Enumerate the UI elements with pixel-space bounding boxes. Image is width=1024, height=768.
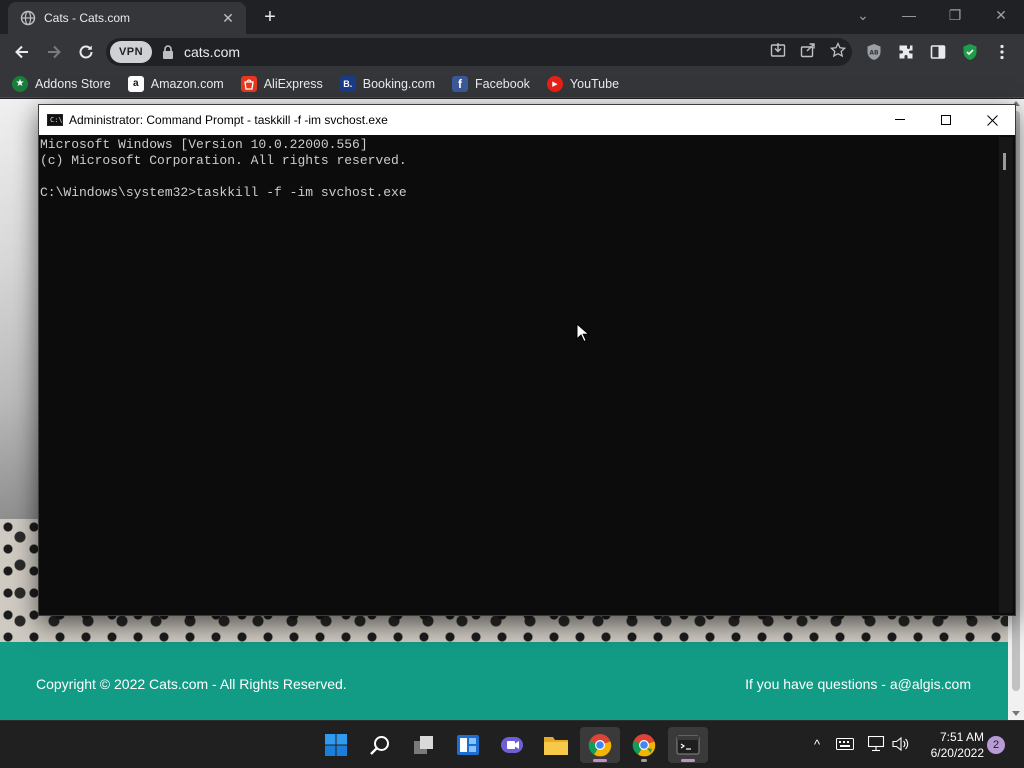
task-view-icon[interactable] <box>404 727 444 763</box>
clock-time: 7:51 AM <box>939 730 984 744</box>
minimize-button[interactable]: — <box>886 0 932 30</box>
notification-badge[interactable]: 2 <box>987 736 1005 754</box>
bookmarks-bar: ★ Addons Store a Amazon.com AliExpress B… <box>0 70 1024 98</box>
bookmark-label: Addons Store <box>35 76 111 91</box>
address-bar[interactable]: VPN cats.com <box>106 38 852 66</box>
forward-icon[interactable] <box>40 38 68 66</box>
bookmark-booking[interactable]: B. Booking.com <box>339 75 436 92</box>
restore-button[interactable]: ❐ <box>932 0 978 30</box>
bookmark-label: AliExpress <box>263 76 323 91</box>
show-hidden-icons-icon[interactable]: ^ <box>806 733 828 755</box>
amazon-icon: a <box>127 75 144 92</box>
cmd-maximize-button[interactable] <box>923 105 969 135</box>
url-text[interactable]: cats.com <box>184 44 240 60</box>
svg-text:AB: AB <box>869 50 879 57</box>
footer-contact-link[interactable]: If you have questions - a@algis.com <box>745 676 971 692</box>
widgets-icon[interactable] <box>448 727 488 763</box>
back-icon[interactable] <box>8 38 36 66</box>
tab-search-icon[interactable]: ⌄ <box>840 0 886 30</box>
vpn-shield-extension-icon[interactable] <box>956 38 984 66</box>
running-indicator <box>641 759 647 762</box>
bookmark-addons-store[interactable]: ★ Addons Store <box>12 75 111 92</box>
teams-chat-icon[interactable] <box>492 727 532 763</box>
cmd-line: Microsoft Windows [Version 10.0.22000.55… <box>40 137 368 152</box>
tab-close-icon[interactable]: ✕ <box>220 10 236 27</box>
bookmark-label: Booking.com <box>362 76 436 91</box>
adblock-extension-icon[interactable]: AB <box>860 38 888 66</box>
bookmark-label: YouTube <box>569 76 620 91</box>
share-icon[interactable] <box>800 42 816 63</box>
addons-store-icon: ★ <box>12 75 28 92</box>
vpn-badge[interactable]: VPN <box>110 41 152 63</box>
tab-title: Cats - Cats.com <box>44 11 131 25</box>
mouse-pointer-icon <box>576 322 591 343</box>
windows-taskbar: ^ 7:51 AM 6/20/2022 2 <box>0 720 1024 768</box>
cmd-line <box>40 169 1015 185</box>
globe-icon <box>20 10 36 26</box>
bookmark-facebook[interactable]: f Facebook <box>452 75 530 92</box>
side-panel-icon[interactable] <box>924 38 952 66</box>
bookmark-youtube[interactable]: ▶ YouTube <box>546 75 620 92</box>
cmd-prompt-line: C:\Windows\system32>taskkill -f -im svch… <box>40 185 407 200</box>
running-indicator <box>681 759 695 762</box>
site-footer: Copyright © 2022 Cats.com - All Rights R… <box>0 642 1008 720</box>
reload-icon[interactable] <box>72 38 100 66</box>
close-window-button[interactable]: ✕ <box>978 0 1024 30</box>
bookmark-star-icon[interactable] <box>829 41 847 63</box>
bookmark-label: Amazon.com <box>150 76 224 91</box>
cmd-window-title: Administrator: Command Prompt - taskkill… <box>69 113 388 127</box>
cmd-minimize-button[interactable] <box>877 105 923 135</box>
cmd-line: (c) Microsoft Corporation. All rights re… <box>40 153 407 168</box>
system-clock[interactable]: 7:51 AM 6/20/2022 <box>918 729 984 761</box>
bookmark-label: Facebook <box>475 76 530 91</box>
bookmark-amazon[interactable]: a Amazon.com <box>127 75 224 92</box>
install-app-icon[interactable] <box>770 42 786 63</box>
cmd-title-bar[interactable]: C:\ Administrator: Command Prompt - task… <box>39 105 1015 135</box>
tab-strip: Cats - Cats.com ✕ + ⌄ — ❐ ✕ <box>0 0 1024 34</box>
chrome-taskbar-icon[interactable] <box>580 727 620 763</box>
volume-icon[interactable] <box>890 733 912 755</box>
cmd-scroll-thumb[interactable] <box>1003 153 1006 170</box>
bookmark-aliexpress[interactable]: AliExpress <box>240 75 323 92</box>
keyboard-icon[interactable] <box>834 733 856 755</box>
extensions-icon[interactable] <box>892 38 920 66</box>
browser-toolbar: VPN cats.com AB <box>0 34 1024 70</box>
facebook-icon: f <box>452 75 469 92</box>
search-icon[interactable] <box>360 727 400 763</box>
cmd-app-icon: C:\ <box>47 114 63 126</box>
cmd-close-button[interactable] <box>969 105 1015 135</box>
cmd-console-output[interactable]: Microsoft Windows [Version 10.0.22000.55… <box>39 135 1015 616</box>
running-indicator <box>593 759 607 762</box>
new-tab-button[interactable]: + <box>258 6 282 30</box>
browser-tab[interactable]: Cats - Cats.com ✕ <box>8 2 246 34</box>
start-button[interactable] <box>316 727 356 763</box>
file-explorer-icon[interactable] <box>536 727 576 763</box>
clock-date: 6/20/2022 <box>930 746 984 760</box>
aliexpress-icon <box>240 75 257 92</box>
cmd-scrollbar[interactable] <box>999 137 1013 613</box>
menu-kebab-icon[interactable] <box>988 38 1016 66</box>
network-icon[interactable] <box>866 733 888 755</box>
footer-copyright: Copyright © 2022 Cats.com - All Rights R… <box>36 676 347 692</box>
lock-icon[interactable] <box>162 45 174 59</box>
chrome-profile-taskbar-icon[interactable] <box>624 727 664 763</box>
scroll-down-icon[interactable] <box>1012 711 1020 716</box>
command-prompt-window[interactable]: C:\ Administrator: Command Prompt - task… <box>38 104 1016 616</box>
youtube-icon: ▶ <box>546 75 563 92</box>
booking-icon: B. <box>339 75 356 92</box>
terminal-taskbar-icon[interactable] <box>668 727 708 763</box>
